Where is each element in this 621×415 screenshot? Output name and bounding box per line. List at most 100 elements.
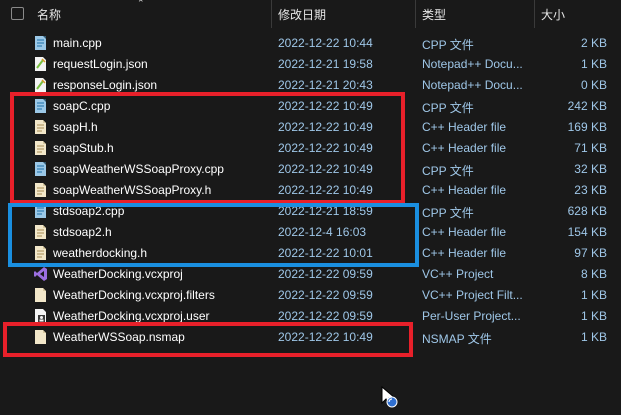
header-file-icon [33,245,48,261]
file-size: 32 KB [574,162,607,176]
file-size: 1 KB [580,330,607,344]
file-name: WeatherDocking.vcxproj.filters [53,288,215,302]
cpp-file-icon [33,161,48,177]
file-type: VC++ Project [422,267,494,281]
header-file-icon [33,182,48,198]
sort-up-icon: ⌃ [137,0,145,8]
file-name: soapWeatherWSSoapProxy.h [53,183,212,197]
file-type: CPP 文件 [422,101,474,115]
file-row[interactable]: WeatherDocking.vcxproj.user 2022-12-22 09… [0,306,621,327]
file-size: 1 KB [580,309,607,323]
file-name: WeatherWSSoap.nsmap [53,330,185,344]
file-size: 71 KB [574,141,607,155]
file-type: Notepad++ Docu... [422,57,523,71]
column-divider[interactable] [415,0,416,28]
file-row[interactable]: responseLogin.json 2022-12-21 20:43 Notepa… [0,75,621,96]
file-row[interactable]: WeatherDocking.vcxproj.filters 2022-12-22… [0,285,621,306]
file-type: VC++ Project Filt... [422,288,523,302]
file-modified-date: 2022-12-21 20:43 [278,78,373,92]
file-type: Notepad++ Docu... [422,78,523,92]
notepadpp-file-icon [33,56,48,72]
file-type: NSMAP 文件 [422,332,492,346]
file-name: soapH.h [53,120,98,134]
column-modified[interactable]: 修改日期 [278,6,326,23]
file-type: C++ Header file [422,141,507,155]
file-size: 2 KB [580,36,607,50]
file-type: C++ Header file [422,225,507,239]
file-type: C++ Header file [422,120,507,134]
file-name: stdsoap2.cpp [53,204,125,218]
file-type: CPP 文件 [422,206,474,220]
column-name[interactable]: 名称 [37,6,61,23]
file-size: 97 KB [574,246,607,260]
file-size: 628 KB [567,204,607,218]
generic-file-icon [33,329,48,345]
file-modified-date: 2022-12-4 16:03 [278,225,367,239]
file-size: 1 KB [580,288,607,302]
column-size[interactable]: 大小 [541,6,565,23]
header-file-icon [33,119,48,135]
file-type: C++ Header file [422,183,507,197]
file-size: 1 KB [580,57,607,71]
file-modified-date: 2022-12-22 10:49 [278,99,373,113]
file-modified-date: 2022-12-22 10:49 [278,183,373,197]
file-name: soapStub.h [53,141,114,155]
file-row[interactable]: WeatherDocking.vcxproj 2022-12-22 09:59 VC… [0,264,621,285]
file-name: stdsoap2.h [53,225,112,239]
file-name: soapC.cpp [53,99,111,113]
file-name: requestLogin.json [53,57,148,71]
file-row[interactable]: soapWeatherWSSoapProxy.cpp 2022-12-22 10:… [0,159,621,180]
file-size: 154 KB [567,225,607,239]
cpp-file-icon [33,35,48,51]
file-name: responseLogin.json [53,78,158,92]
file-name: WeatherDocking.vcxproj.user [53,309,210,323]
generic-file-icon [33,287,48,303]
file-name: main.cpp [53,36,102,50]
file-row[interactable]: WeatherWSSoap.nsmap 2022-12-22 10:49 NSMAP… [0,327,621,348]
file-row[interactable]: soapH.h 2022-12-22 10:49 C++ Header file 16… [0,117,621,138]
file-size: 169 KB [567,120,607,134]
file-modified-date: 2022-12-22 10:49 [278,330,373,344]
file-name: soapWeatherWSSoapProxy.cpp [53,162,224,176]
file-type: CPP 文件 [422,38,474,52]
column-header: ⌃ 名称 修改日期 类型 大小 [0,0,621,28]
cpp-file-icon [33,203,48,219]
file-row[interactable]: weatherdocking.h 2022-12-22 10:01 C++ Head… [0,243,621,264]
file-row[interactable]: soapC.cpp 2022-12-22 10:49 CPP 文件 242 KB [0,96,621,117]
file-row[interactable]: requestLogin.json 2022-12-21 19:58 Notepad… [0,54,621,75]
file-row[interactable]: stdsoap2.cpp 2022-12-21 18:59 CPP 文件 628 KB [0,201,621,222]
column-divider[interactable] [534,0,535,28]
file-modified-date: 2022-12-22 10:49 [278,162,373,176]
file-modified-date: 2022-12-22 10:49 [278,120,373,134]
file-size: 23 KB [574,183,607,197]
file-modified-date: 2022-12-22 09:59 [278,309,373,323]
column-type[interactable]: 类型 [422,6,446,23]
file-type: Per-User Project... [422,309,521,323]
file-modified-date: 2022-12-22 10:49 [278,141,373,155]
column-divider[interactable] [271,0,272,28]
header-file-icon [33,224,48,240]
file-modified-date: 2022-12-21 19:58 [278,57,373,71]
file-name: WeatherDocking.vcxproj [53,267,183,281]
file-modified-date: 2022-12-22 10:44 [278,36,373,50]
file-modified-date: 2022-12-21 18:59 [278,204,373,218]
file-row[interactable]: stdsoap2.h 2022-12-4 16:03 C++ Header file… [0,222,621,243]
file-size: 8 KB [580,267,607,281]
visual-studio-icon [33,266,48,282]
file-size: 0 KB [580,78,607,92]
file-modified-date: 2022-12-22 10:01 [278,246,373,260]
file-modified-date: 2022-12-22 09:59 [278,267,373,281]
file-size: 242 KB [567,99,607,113]
file-row[interactable]: soapStub.h 2022-12-22 10:49 C++ Header fil… [0,138,621,159]
header-file-icon [33,140,48,156]
file-row[interactable]: main.cpp 2022-12-22 10:44 CPP 文件 2 KB [0,33,621,54]
user-file-icon [33,308,48,324]
file-row[interactable]: soapWeatherWSSoapProxy.h 2022-12-22 10:49… [0,180,621,201]
file-modified-date: 2022-12-22 09:59 [278,288,373,302]
file-type: C++ Header file [422,246,507,260]
cpp-file-icon [33,98,48,114]
file-name: weatherdocking.h [53,246,148,260]
select-all-checkbox[interactable] [11,7,24,20]
notepadpp-file-icon [33,77,48,93]
mouse-cursor-icon [381,385,398,408]
